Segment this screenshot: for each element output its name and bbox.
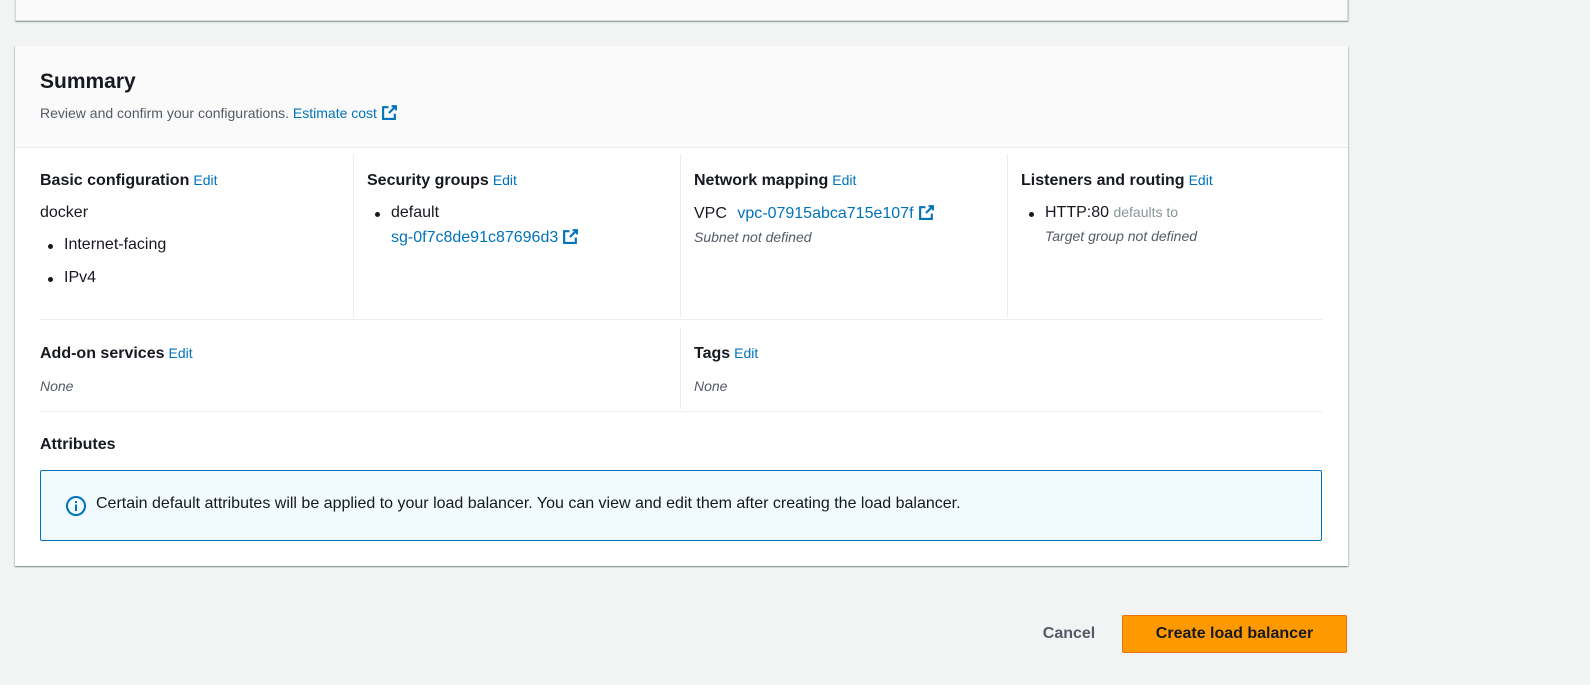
- network-mapping-heading: Network mapping Edit: [694, 172, 1004, 190]
- summary-title: Summary: [40, 70, 136, 93]
- security-group-name: default: [391, 204, 440, 221]
- basic-configuration-heading: Basic configuration Edit: [40, 172, 350, 190]
- security-group-id: sg-0f7c8de91c87696d3: [391, 229, 559, 246]
- external-link-icon: [918, 204, 935, 221]
- subnet-status: Subnet not defined: [694, 229, 812, 245]
- security-group-item: default sg-0f7c8de91c87696d3: [367, 204, 677, 247]
- summary-description-text: Review and confirm your configurations.: [40, 105, 290, 121]
- column-divider: [1007, 154, 1008, 317]
- cancel-button[interactable]: Cancel: [1030, 617, 1108, 651]
- listeners-heading: Listeners and routing Edit: [1021, 172, 1321, 190]
- previous-section-card: [15, 0, 1348, 21]
- target-group-status: Target group not defined: [1045, 228, 1198, 244]
- column-divider: [680, 154, 681, 317]
- basic-configuration-edit-link[interactable]: Edit: [193, 172, 217, 188]
- listener-protocol-port: HTTP:80: [1045, 204, 1110, 221]
- attributes-info-alert: Certain default attributes will be appli…: [40, 470, 1322, 541]
- addon-services-heading: Add-on services Edit: [40, 345, 660, 363]
- estimate-cost-link[interactable]: Estimate cost: [293, 105, 398, 121]
- tags-edit-link[interactable]: Edit: [734, 345, 758, 361]
- security-groups-edit-link[interactable]: Edit: [493, 172, 517, 188]
- listeners-edit-link[interactable]: Edit: [1189, 172, 1213, 188]
- row-divider: [40, 411, 1322, 412]
- basic-configuration-list: Internet-facing IPv4: [40, 236, 350, 287]
- vpc-label: VPC: [694, 205, 727, 222]
- listeners-section: Listeners and routing Edit HTTP:80 defaul…: [1021, 172, 1321, 246]
- attributes-info-text: Certain default attributes will be appli…: [96, 495, 961, 512]
- column-divider: [680, 328, 681, 409]
- vpc-row: VPC vpc-07915abca715e107f: [694, 204, 1004, 223]
- security-groups-list: default sg-0f7c8de91c87696d3: [367, 204, 677, 247]
- security-groups-section: Security groups Edit default sg-0f7c8de91…: [367, 172, 677, 247]
- listeners-list: HTTP:80 defaults to Target group not def…: [1021, 204, 1321, 246]
- summary-header: Summary Review and confirm your configur…: [15, 46, 1348, 148]
- info-icon: [65, 495, 87, 522]
- tags-section: Tags Edit None: [694, 345, 1314, 394]
- network-mapping-edit-link[interactable]: Edit: [832, 172, 856, 188]
- load-balancer-name: docker: [40, 204, 89, 221]
- network-mapping-title: Network mapping: [694, 172, 829, 189]
- scheme-item: Internet-facing: [40, 236, 350, 254]
- security-groups-heading: Security groups Edit: [367, 172, 677, 190]
- addon-services-edit-link[interactable]: Edit: [168, 345, 192, 361]
- security-group-id-link[interactable]: sg-0f7c8de91c87696d3: [391, 228, 579, 247]
- ip-type-item: IPv4: [40, 269, 350, 287]
- estimate-cost-label: Estimate cost: [292, 105, 377, 121]
- tags-heading: Tags Edit: [694, 345, 1314, 363]
- attributes-title: Attributes: [40, 436, 116, 453]
- basic-configuration-section: Basic configuration Edit docker Internet-…: [40, 172, 350, 287]
- tags-value: None: [694, 378, 728, 394]
- summary-description: Review and confirm your configurations. …: [40, 104, 398, 121]
- column-divider: [353, 154, 354, 317]
- tags-title: Tags: [694, 345, 731, 362]
- addon-services-section: Add-on services Edit None: [40, 345, 660, 394]
- row-divider: [40, 319, 1322, 320]
- create-load-balancer-button[interactable]: Create load balancer: [1122, 615, 1347, 653]
- addon-services-title: Add-on services: [40, 345, 165, 362]
- external-link-icon: [381, 104, 398, 121]
- listener-defaults-to: defaults to: [1113, 204, 1179, 220]
- addon-services-value: None: [40, 378, 74, 394]
- summary-card: Summary Review and confirm your configur…: [15, 46, 1348, 566]
- security-groups-title: Security groups: [367, 172, 489, 189]
- external-link-icon: [562, 228, 579, 245]
- vpc-id: vpc-07915abca715e107f: [737, 205, 914, 222]
- listeners-title: Listeners and routing: [1021, 172, 1185, 189]
- vpc-id-link[interactable]: vpc-07915abca715e107f: [737, 205, 934, 222]
- network-mapping-section: Network mapping Edit VPC vpc-07915abca715…: [694, 172, 1004, 245]
- listener-item: HTTP:80 defaults to Target group not def…: [1021, 204, 1321, 246]
- basic-configuration-title: Basic configuration: [40, 172, 190, 189]
